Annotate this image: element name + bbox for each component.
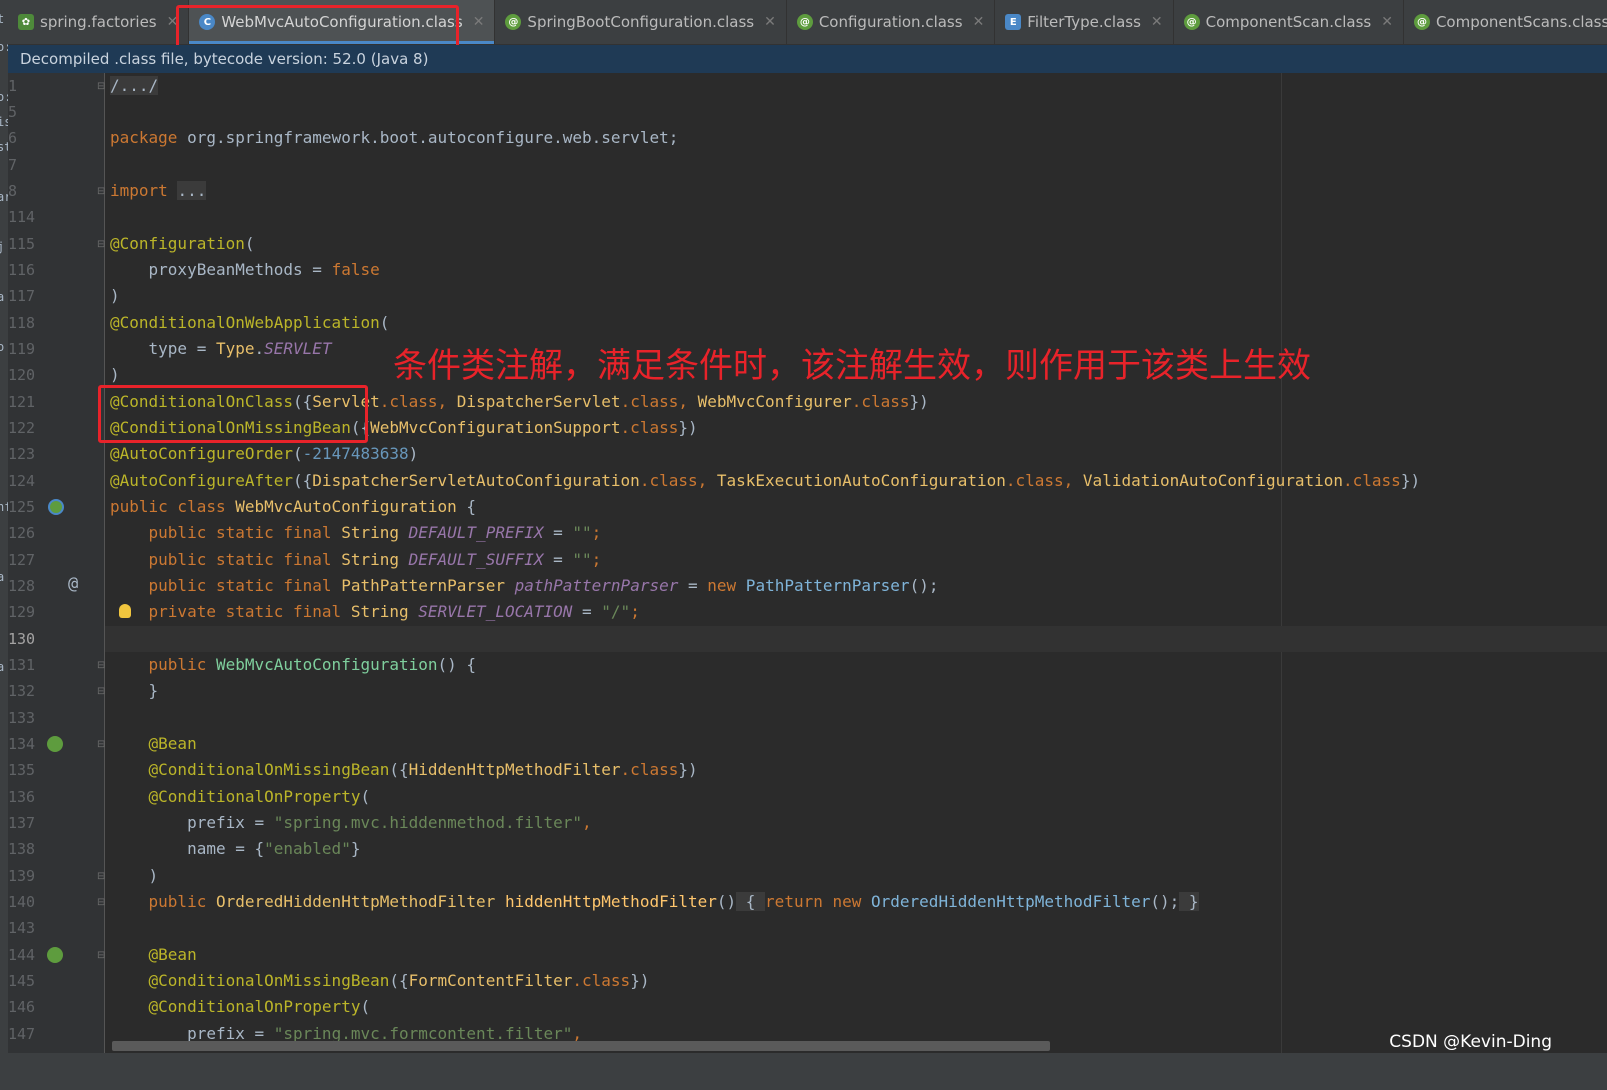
watermark: CSDN @Kevin-Ding	[1389, 1032, 1552, 1052]
line-number: 134	[8, 735, 36, 753]
current-code-line[interactable]	[105, 626, 1607, 652]
spring-bean-icon[interactable]	[47, 947, 63, 963]
highlight-box-conditional-annotations	[98, 385, 368, 443]
code-line: @ConditionalOnWebApplication(	[110, 313, 390, 332]
line-number: 129	[8, 603, 36, 621]
line-number: 114	[8, 208, 36, 226]
line-number: 145	[8, 972, 36, 990]
line-number: 143	[8, 919, 36, 937]
code-line: @ConditionalOnProperty(	[148, 997, 371, 1016]
code-line: @ConditionalOnProperty(	[148, 787, 371, 806]
code-line: name = {"enabled"}	[187, 839, 361, 858]
spring-bean-icon[interactable]	[48, 499, 64, 515]
line-number: 117	[8, 287, 36, 305]
line-number: 130	[8, 630, 36, 648]
line-number: 121	[8, 393, 36, 411]
line-number: 126	[8, 524, 36, 542]
code-line: public class WebMvcAutoConfiguration {	[110, 497, 477, 516]
code-line: @Configuration(	[110, 234, 255, 253]
line-number: 6	[8, 129, 18, 147]
annotation-note: 条件类注解，满足条件时，该注解生效，则作用于该类上生效	[393, 346, 1311, 386]
line-number: 138	[8, 840, 36, 858]
code-line: public static final String DEFAULT_SUFFI…	[148, 550, 602, 569]
line-number: 135	[8, 761, 36, 779]
line-number: 123	[8, 445, 36, 463]
line-number: 139	[8, 867, 36, 885]
line-number: 122	[8, 419, 36, 437]
code-line: public static final PathPatternParser pa…	[148, 576, 939, 595]
line-number: 125	[8, 498, 36, 516]
line-number: 7	[8, 156, 18, 174]
code-line: @AutoConfigureOrder(-2147483638)	[110, 444, 419, 463]
code-line: public WebMvcAutoConfiguration() {	[148, 655, 477, 674]
code-lines: /.../ package org.springframework.boot.a…	[105, 0, 1607, 1090]
line-number: 124	[8, 472, 36, 490]
line-number: 146	[8, 998, 36, 1016]
line-number: 133	[8, 709, 36, 727]
code-line: }	[148, 681, 159, 700]
code-line: )	[148, 866, 159, 885]
line-number: 131	[8, 656, 36, 674]
line-number: 136	[8, 788, 36, 806]
line-number: 116	[8, 261, 36, 279]
line-number: 1	[8, 77, 18, 95]
line-number: 140	[8, 893, 36, 911]
line-number: 128	[8, 577, 36, 595]
code-line: @Bean	[148, 945, 197, 964]
line-number: 115	[8, 235, 36, 253]
line-number: 5	[8, 103, 18, 121]
at-implementation-icon[interactable]: @	[68, 574, 78, 594]
line-number: 137	[8, 814, 36, 832]
code-line: @Bean	[148, 734, 197, 753]
line-number: 147	[8, 1025, 36, 1043]
code-line: @ConditionalOnMissingBean({HiddenHttpMet…	[148, 760, 698, 779]
line-number: 8	[8, 182, 18, 200]
code-line: prefix = "spring.mvc.hiddenmethod.filter…	[187, 813, 592, 832]
spring-bean-icon[interactable]	[47, 736, 63, 752]
line-number: 144	[8, 946, 36, 964]
line-number: 132	[8, 682, 36, 700]
code-line: import ...	[110, 181, 207, 200]
horizontal-scrollbar[interactable]	[112, 1041, 1050, 1051]
line-number: 118	[8, 314, 36, 332]
code-line: /.../	[110, 76, 159, 95]
code-line: @AutoConfigureAfter({DispatcherServletAu…	[110, 471, 1421, 490]
code-line: private static final String SERVLET_LOCA…	[148, 602, 640, 621]
line-number: 120	[8, 366, 36, 384]
code-line: public OrderedHiddenHttpMethodFilter hid…	[148, 892, 1199, 911]
bottom-panel	[0, 1053, 1607, 1090]
spring-leaf-icon: ✿	[18, 14, 34, 30]
code-line: @ConditionalOnMissingBean({FormContentFi…	[148, 971, 650, 990]
line-number: 127	[8, 551, 36, 569]
code-line: public static final String DEFAULT_PREFI…	[148, 523, 602, 542]
code-line: )	[110, 286, 120, 305]
line-number: 119	[8, 340, 36, 358]
code-line: proxyBeanMethods = false	[148, 260, 380, 279]
code-line: package org.springframework.boot.autocon…	[110, 128, 679, 147]
